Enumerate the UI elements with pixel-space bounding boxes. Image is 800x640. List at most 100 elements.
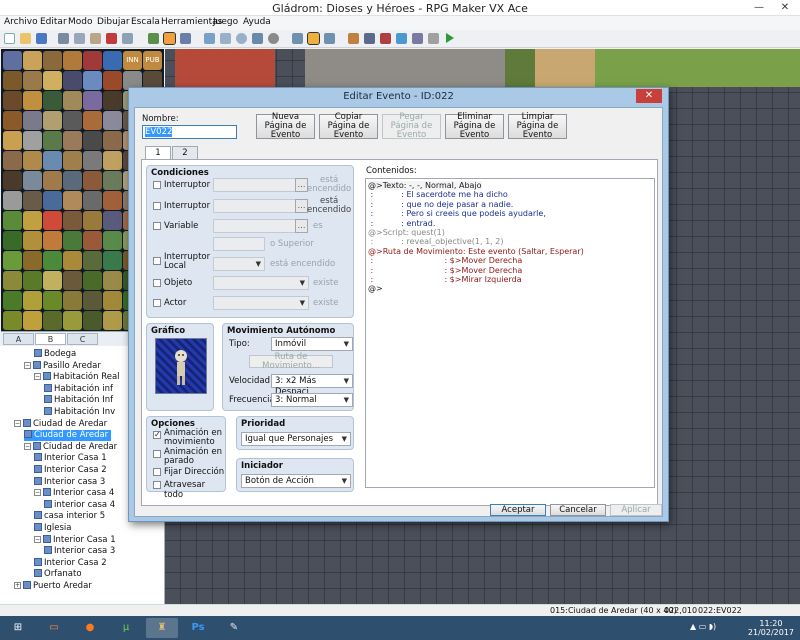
tile[interactable]	[23, 151, 42, 170]
tile[interactable]	[3, 191, 22, 210]
cancel-button[interactable]: Cancelar	[550, 504, 606, 516]
tile[interactable]	[103, 71, 122, 90]
contents-line[interactable]: @>Texto: -, -, Normal, Abajo	[368, 181, 482, 190]
page-tab-2[interactable]: 2	[172, 146, 198, 159]
tile[interactable]	[103, 251, 122, 270]
database-icon[interactable]	[348, 33, 359, 44]
tile[interactable]	[63, 131, 82, 150]
map-tree-item[interactable]: Interior casa 3	[34, 476, 105, 488]
script-editor-icon[interactable]	[380, 33, 391, 44]
map-tree-item[interactable]: Bodega	[34, 349, 76, 360]
map-tree-item[interactable]: Interior Casa 2	[34, 557, 107, 569]
tile[interactable]	[23, 291, 42, 310]
character-generator-icon[interactable]	[412, 33, 423, 44]
tile[interactable]	[3, 131, 22, 150]
minimize-icon[interactable]: —	[746, 0, 772, 15]
tile[interactable]	[23, 191, 42, 210]
tile[interactable]	[23, 51, 42, 70]
play-test-icon[interactable]	[446, 33, 454, 43]
tile[interactable]	[43, 211, 62, 230]
contents-line[interactable]: : : $>Mover Derecha	[368, 266, 523, 275]
tile[interactable]	[83, 91, 102, 110]
tile[interactable]	[83, 311, 102, 330]
map-tree-item[interactable]: Habitación inf	[44, 383, 113, 395]
tile[interactable]	[63, 211, 82, 230]
undo-icon[interactable]	[122, 33, 133, 44]
zoom-2-icon[interactable]	[307, 32, 320, 45]
tile[interactable]	[3, 311, 22, 330]
contents-line[interactable]: : : Pero si creeis que podeis ayudarle,	[368, 209, 546, 218]
fixed-dir-checkbox[interactable]	[153, 468, 161, 476]
dialog-close-icon[interactable]: ✕	[636, 89, 662, 103]
tile[interactable]	[103, 271, 122, 290]
paste-icon[interactable]	[90, 33, 101, 44]
zoom-4-icon[interactable]	[324, 33, 335, 44]
tile[interactable]	[63, 91, 82, 110]
tile[interactable]	[103, 151, 122, 170]
new-page-button[interactable]: Nueva Página de Evento	[256, 113, 315, 140]
tile[interactable]	[103, 111, 122, 130]
map-tree-item[interactable]: − Ciudad de Aredar	[14, 418, 107, 430]
paint-icon[interactable]: ✎	[218, 618, 250, 638]
menu-dibujar[interactable]: Dibujar	[97, 17, 130, 27]
copy-icon[interactable]	[74, 33, 85, 44]
tile[interactable]	[83, 291, 102, 310]
event-contents-list[interactable]: @>Texto: -, -, Normal, Abajo : : El sace…	[365, 178, 655, 488]
copy-page-button[interactable]: Copiar Página de Evento	[319, 113, 378, 140]
tile[interactable]	[3, 111, 22, 130]
map-tree-item[interactable]: interior casa 4	[44, 499, 115, 511]
tile[interactable]	[43, 171, 62, 190]
delete-page-button[interactable]: Eliminar Página de Evento	[445, 113, 504, 140]
tile[interactable]	[3, 291, 22, 310]
collapse-icon[interactable]: −	[14, 419, 21, 427]
tile[interactable]	[23, 171, 42, 190]
map-tree-item[interactable]: − Pasillo Aredar	[24, 360, 101, 372]
event-graphic[interactable]	[155, 338, 207, 394]
folder-taskbar-icon[interactable]: ▭	[38, 618, 70, 638]
local-switch-checkbox[interactable]	[153, 257, 161, 265]
cut-icon[interactable]	[58, 33, 69, 44]
tile[interactable]	[103, 91, 122, 110]
tile[interactable]	[43, 231, 62, 250]
inn-sign[interactable]: INN	[123, 51, 142, 70]
tile[interactable]	[43, 111, 62, 130]
menu-ayuda[interactable]: Ayuda	[243, 17, 271, 27]
tile[interactable]	[23, 131, 42, 150]
sound-test-icon[interactable]	[396, 33, 407, 44]
tile[interactable]	[83, 191, 102, 210]
tile[interactable]	[63, 251, 82, 270]
speed-select[interactable]: 3: x2 Más Despaci ▼	[271, 374, 353, 397]
tile[interactable]	[43, 271, 62, 290]
expand-icon[interactable]: +	[14, 582, 21, 589]
tile[interactable]	[43, 51, 62, 70]
tile[interactable]	[103, 131, 122, 150]
tile[interactable]	[43, 251, 62, 270]
movement-route-button[interactable]: Ruta de Movimiento...	[249, 352, 333, 370]
tile[interactable]	[83, 71, 102, 90]
tile[interactable]	[43, 311, 62, 330]
map-tree-item[interactable]: Habitación Inv	[44, 407, 115, 418]
rectangle-icon[interactable]	[220, 33, 231, 44]
walk-anim-checkbox[interactable]	[153, 430, 161, 439]
tile[interactable]	[83, 211, 102, 230]
event-mode-icon[interactable]	[163, 32, 176, 45]
tile[interactable]	[103, 311, 122, 330]
menu-escala[interactable]: Escala	[131, 17, 160, 27]
contents-line[interactable]: : : entrad.	[368, 219, 436, 228]
tile[interactable]	[63, 51, 82, 70]
map-tree-item[interactable]: − Interior Casa 1	[34, 534, 116, 546]
firefox-icon[interactable]: ●	[74, 618, 106, 638]
contents-line[interactable]: : : $>Mirar Izquierda	[368, 275, 522, 284]
region-mode-icon[interactable]	[180, 33, 191, 44]
tile[interactable]	[43, 291, 62, 310]
fill-icon[interactable]	[252, 33, 263, 44]
tile[interactable]	[43, 71, 62, 90]
map-tree-item[interactable]: casa interior 5	[34, 511, 105, 522]
menu-editar[interactable]: Editar	[40, 17, 67, 27]
menu-archivo[interactable]: Archivo	[4, 17, 38, 27]
save-project-icon[interactable]	[36, 33, 47, 44]
map-tree-item[interactable]: + Puerto Aredar	[14, 581, 92, 592]
tile[interactable]	[23, 231, 42, 250]
map-tree-item[interactable]: Iglesia	[34, 523, 72, 534]
frequency-select[interactable]: 3: Normal ▼	[271, 393, 353, 407]
